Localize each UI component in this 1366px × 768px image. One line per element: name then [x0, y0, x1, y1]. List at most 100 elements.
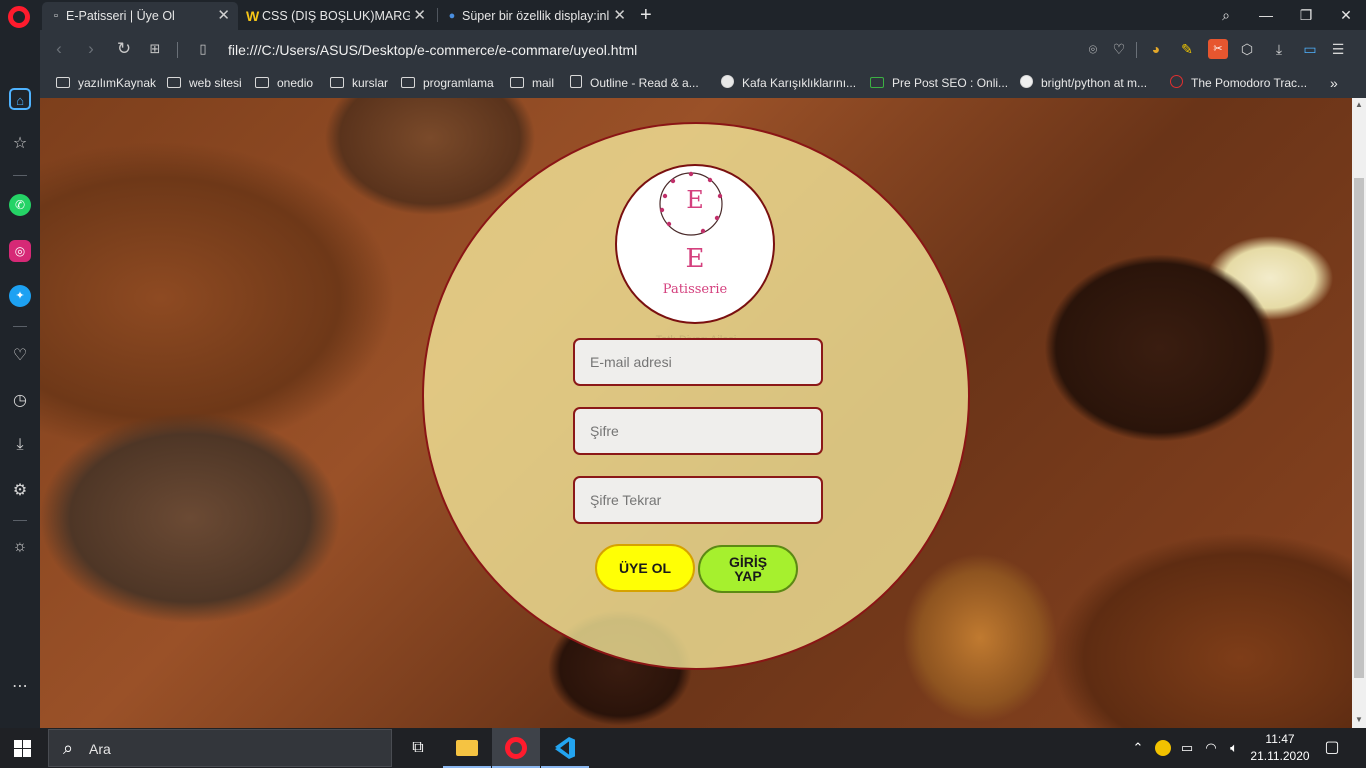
downloads-icon[interactable]: ⤓: [1269, 39, 1289, 59]
cube-icon[interactable]: ⬡: [1237, 39, 1257, 59]
whatsapp-icon[interactable]: ✆: [9, 194, 31, 216]
signup-circle: E E Patisserie Tatlı Diyarı Ailesi ÜYE O…: [422, 122, 970, 670]
reload-icon[interactable]: ↻: [113, 38, 135, 60]
bookmark-item[interactable]: programlama: [401, 70, 494, 96]
close-tab-icon[interactable]: ✕: [413, 2, 426, 30]
extension-icon[interactable]: ✂: [1208, 39, 1228, 59]
email-field[interactable]: [573, 338, 823, 386]
back-icon[interactable]: ‹: [48, 38, 70, 60]
bookmarks-more-button[interactable]: »: [1330, 70, 1338, 96]
color-picker-icon[interactable]: ◕: [1146, 39, 1166, 59]
scroll-down-icon[interactable]: ▼: [1352, 715, 1366, 724]
more-options-icon[interactable]: ⋯: [9, 676, 31, 698]
folder-icon: [401, 77, 415, 88]
windows-start-icon[interactable]: [14, 740, 31, 757]
battery-saver-icon[interactable]: ▭: [1300, 39, 1320, 59]
bookmark-item[interactable]: Kafa Karışıklıklarını...: [721, 70, 856, 96]
wifi-icon[interactable]: ◠: [1202, 728, 1220, 768]
url-field[interactable]: file:///C:/Users/ASUS/Desktop/e-commerce…: [228, 30, 637, 70]
taskbar-search-box[interactable]: ⌕ Ara: [48, 729, 392, 767]
sidebar-divider: [13, 175, 27, 176]
search-tabs-icon[interactable]: ⌕: [1208, 2, 1244, 28]
bookmark-item[interactable]: Outline - Read & a...: [570, 70, 699, 96]
password-repeat-field[interactable]: [573, 476, 823, 524]
site-icon: [870, 77, 884, 88]
tab-strip: ▫ E-Patisseri | Üye Ol ✕ W CSS (DIŞ BOŞL…: [0, 0, 1366, 30]
w3schools-icon: W: [246, 8, 260, 24]
bookmark-item[interactable]: onedio: [255, 70, 313, 96]
minimize-icon[interactable]: —: [1248, 2, 1284, 28]
opera-logo-icon[interactable]: [8, 6, 30, 28]
settings-gear-icon[interactable]: ⚙: [9, 480, 31, 502]
close-window-icon[interactable]: ✕: [1328, 2, 1364, 28]
folder-icon: [56, 77, 70, 88]
easy-setup-icon[interactable]: ☰: [1328, 39, 1348, 59]
close-tab-icon[interactable]: ✕: [613, 2, 626, 30]
close-tab-icon[interactable]: ✕: [217, 2, 230, 30]
tab-uye-ol[interactable]: ▫ E-Patisseri | Üye Ol ✕: [42, 2, 238, 30]
camera-icon[interactable]: ⌾: [1083, 39, 1103, 59]
address-bar: ‹ › ↻ ⊞ ▯ file:///C:/Users/ASUS/Desktop/…: [40, 30, 1366, 70]
login-button[interactable]: GİRİŞ YAP: [698, 545, 798, 593]
bookmark-item[interactable]: mail: [510, 70, 554, 96]
history-icon[interactable]: ◷: [9, 390, 31, 412]
logo-letter-top: E: [686, 186, 704, 214]
highlighter-icon[interactable]: ✎: [1177, 39, 1197, 59]
site-icon: [1170, 75, 1183, 88]
page-icon: ▫: [54, 10, 58, 22]
lightbulb-icon[interactable]: ☼: [9, 536, 31, 558]
scrollbar-thumb[interactable]: [1354, 178, 1364, 678]
vscode-taskbar-icon[interactable]: [541, 728, 589, 768]
twitter-icon[interactable]: ✦: [9, 285, 31, 307]
bookmark-item[interactable]: kurslar: [330, 70, 388, 96]
scroll-up-icon[interactable]: ▲: [1352, 100, 1366, 109]
security-tray-icon[interactable]: [1154, 728, 1172, 768]
show-hidden-icons[interactable]: ⌃: [1130, 728, 1146, 768]
new-tab-button[interactable]: +: [640, 3, 652, 27]
opera-taskbar-icon[interactable]: [492, 728, 540, 768]
opera-sidebar: ⌂ ☆ ✆ ◎ ✦ ♡ ◷ ⤓ ⚙ ☼ ⋯: [0, 30, 40, 728]
tab-display-inline[interactable]: ● Süper bir özellik display:inli ✕: [438, 2, 634, 30]
bookmark-heart-icon[interactable]: ♡: [1109, 39, 1129, 59]
page-background: E E Patisserie Tatlı Diyarı Ailesi ÜYE O…: [40, 98, 1352, 728]
bookmark-item[interactable]: yazılımKaynak: [56, 70, 156, 96]
search-icon: ⌕: [63, 738, 74, 758]
speed-dial-icon[interactable]: ⊞: [144, 38, 166, 60]
volume-icon[interactable]: 🔈︎: [1224, 728, 1244, 768]
sidebar-divider: [13, 520, 27, 521]
bookmarks-bar: yazılımKaynak web sitesi onedio kurslar …: [40, 70, 1366, 98]
folder-icon: [510, 77, 524, 88]
password-field[interactable]: [573, 407, 823, 455]
bookmark-item[interactable]: Pre Post SEO : Onli...: [870, 70, 1008, 96]
windows-taskbar: ⌕ Ara ⧉ ⌃ ▭ ◠ 🔈︎ 11:47 21.11.2020 ▢: [0, 728, 1366, 768]
tab-css-margin[interactable]: W CSS (DIŞ BOŞLUK)MARGİN ✕: [238, 2, 434, 30]
bookmark-item[interactable]: web sitesi: [167, 70, 242, 96]
home-icon[interactable]: ⌂: [9, 88, 31, 110]
taskbar-clock[interactable]: 11:47 21.11.2020: [1248, 731, 1312, 765]
logo-brand-name: Patisserie: [662, 282, 728, 297]
battery-icon[interactable]: ▭: [1178, 728, 1196, 768]
bookmark-item[interactable]: bright/python at m...: [1020, 70, 1147, 96]
task-view-icon[interactable]: ⧉: [394, 728, 442, 768]
sidebar-divider: [13, 326, 27, 327]
folder-icon: [255, 77, 269, 88]
github-icon: [1020, 75, 1033, 88]
address-divider: [1136, 42, 1137, 58]
folder-icon: [167, 77, 181, 88]
bookmark-item[interactable]: The Pomodoro Trac...: [1170, 70, 1307, 96]
page-scrollbar[interactable]: ▲ ▼: [1352, 98, 1366, 728]
restore-icon[interactable]: ❐: [1288, 2, 1324, 28]
folder-icon: [330, 77, 344, 88]
logo-letter: E: [685, 244, 705, 274]
address-divider: [177, 42, 178, 58]
star-icon[interactable]: ☆: [9, 133, 31, 155]
file-explorer-icon[interactable]: [443, 728, 491, 768]
download-icon[interactable]: ⤓: [9, 434, 31, 456]
forward-icon[interactable]: ›: [80, 38, 102, 60]
notifications-icon[interactable]: ▢: [1322, 728, 1342, 768]
signup-button[interactable]: ÜYE OL: [595, 544, 695, 592]
instagram-icon[interactable]: ◎: [9, 240, 31, 262]
droplet-icon: ●: [448, 10, 456, 22]
heart-icon[interactable]: ♡: [9, 345, 31, 367]
file-page-icon: ▯: [199, 41, 207, 56]
